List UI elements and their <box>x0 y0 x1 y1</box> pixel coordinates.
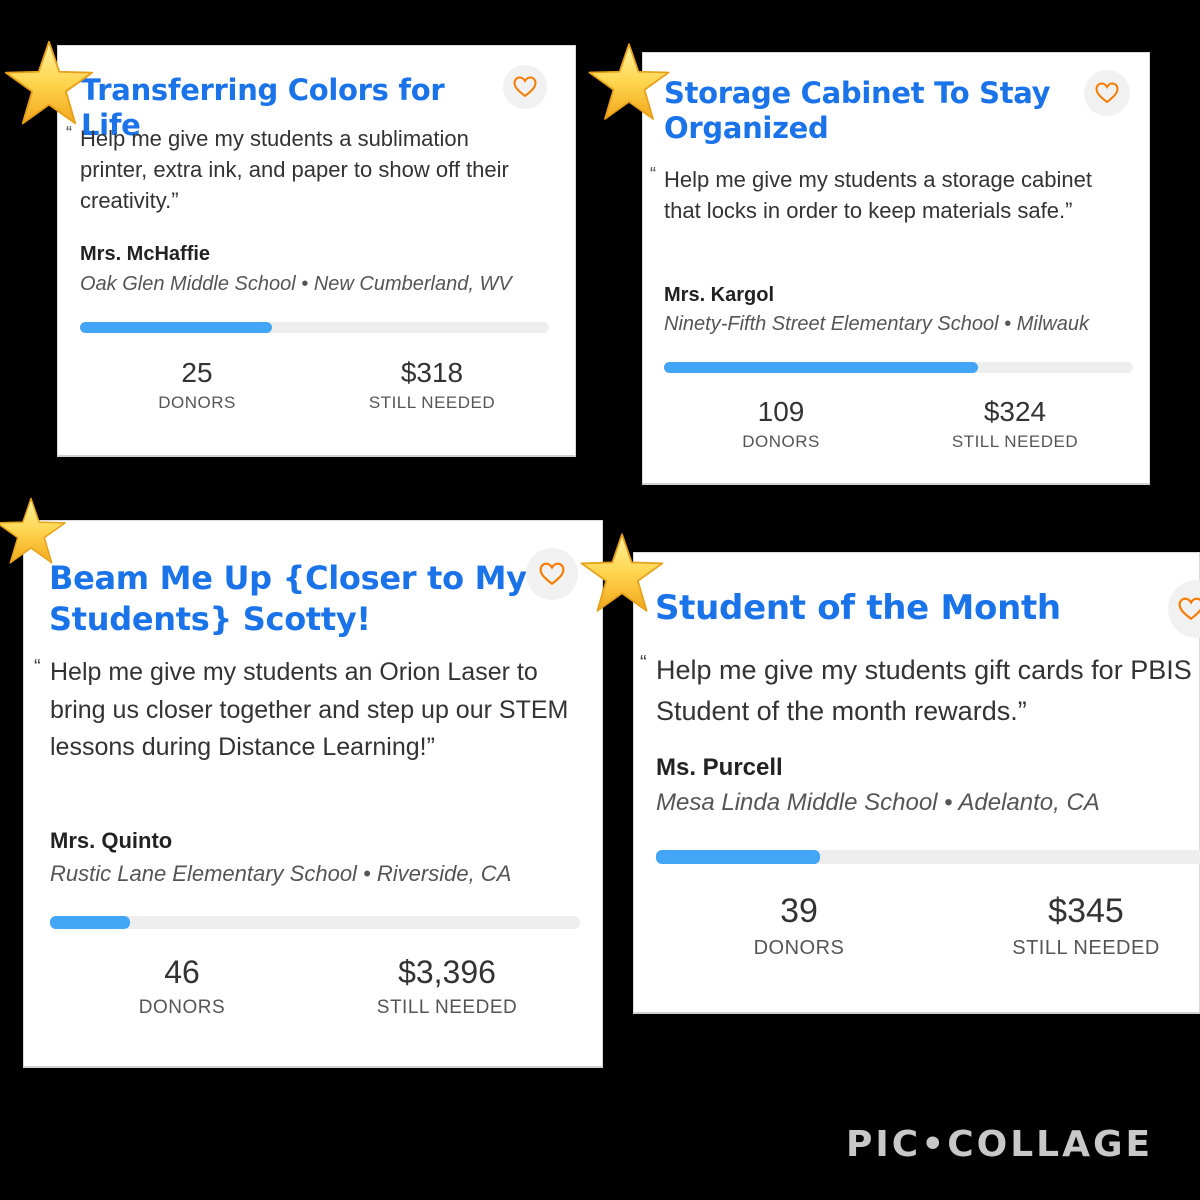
progress-bar <box>80 322 549 333</box>
school-city: Adelanto, CA <box>958 789 1100 816</box>
school-location: Oak Glen Middle School • New Cumberland,… <box>80 273 512 296</box>
teacher-name[interactable]: Mrs. Kargol <box>664 284 774 307</box>
school-city: Milwauk <box>1016 313 1089 335</box>
donors-count: 39 <box>780 892 818 930</box>
donors-label: DONORS <box>753 937 845 959</box>
quote-close: ” <box>426 733 435 761</box>
progress-fill <box>80 322 273 333</box>
donors-label: DONORS <box>138 997 226 1018</box>
project-card-4[interactable]: Student of the Month “ Help me give my st… <box>633 552 1200 1014</box>
favorite-button[interactable] <box>1084 70 1130 116</box>
project-card-3[interactable]: Beam Me Up {Closer to My Students} Scott… <box>23 520 603 1068</box>
favorite-button[interactable] <box>526 548 578 600</box>
star-icon <box>4 40 94 125</box>
donors-stat: 109 DONORS <box>721 396 841 452</box>
project-quote: “ Help me give my students a storage cabi… <box>650 164 1094 226</box>
quote-close: ” <box>171 188 179 214</box>
project-quote: “ Help me give my students an Orion Laser… <box>34 654 575 767</box>
quote-text: Help me give my students a storage cabin… <box>664 167 1093 224</box>
school-city: New Cumberland, WV <box>313 273 512 295</box>
project-quote: “Help me give my students a sublimation … <box>66 123 540 217</box>
donors-count: 46 <box>164 954 200 990</box>
favorite-button[interactable] <box>503 65 547 109</box>
quote-text: Help me give my students an Orion Laser … <box>50 658 569 761</box>
project-quote: “ Help me give my students gift cards for… <box>640 650 1196 731</box>
teacher-name[interactable]: Ms. Purcell <box>656 754 783 782</box>
donors-count: 109 <box>757 396 805 427</box>
quote-close: ” <box>1017 695 1027 726</box>
separator-dot: • <box>363 861 371 886</box>
favorite-button[interactable] <box>1168 580 1200 638</box>
donors-stat: 46 DONORS <box>112 954 252 1019</box>
still-needed-label: STILL NEEDED <box>376 997 518 1018</box>
star-icon <box>0 497 66 564</box>
quote-open: “ <box>640 652 647 674</box>
star-icon <box>580 533 664 612</box>
quote-open: “ <box>34 656 41 678</box>
school-location: Mesa Linda Middle School • Adelanto, CA <box>656 789 1100 817</box>
teacher-name[interactable]: Mrs. Quinto <box>50 828 172 854</box>
separator-dot: • <box>944 789 953 816</box>
still-needed-label: STILL NEEDED <box>951 432 1079 451</box>
donors-label: DONORS <box>742 432 820 451</box>
progress-fill <box>664 362 979 373</box>
project-card-2[interactable]: Storage Cabinet To Stay Organized “ Help … <box>642 52 1150 485</box>
pic-collage-watermark: PIC•COLLAGE <box>846 1124 1154 1165</box>
star-icon <box>588 43 670 120</box>
progress-fill <box>656 850 821 864</box>
donors-count: 25 <box>181 357 213 388</box>
quote-close: ” <box>1065 198 1073 224</box>
still-needed-amount: $3,396 <box>398 954 496 990</box>
project-card-1[interactable]: Transferring Colors for Life “Help me gi… <box>57 45 576 457</box>
still-needed-stat: $318 STILL NEEDED <box>342 357 522 413</box>
heart-icon <box>1095 82 1119 104</box>
progress-bar <box>50 916 580 929</box>
separator-dot: • <box>301 273 309 295</box>
teacher-name[interactable]: Mrs. McHaffie <box>80 243 210 266</box>
project-title[interactable]: Student of the Month <box>655 588 1135 629</box>
school-name[interactable]: Mesa Linda Middle School <box>656 789 938 816</box>
donors-stat: 39 DONORS <box>729 892 869 960</box>
quote-text: Help me give my students a sublimation p… <box>80 126 509 214</box>
project-title[interactable]: Beam Me Up {Closer to My Students} Scott… <box>49 558 529 640</box>
still-needed-label: STILL NEEDED <box>1012 937 1160 959</box>
donors-stat: 25 DONORS <box>137 357 257 413</box>
school-location: Ninety-Fifth Street Elementary School • … <box>664 313 1133 336</box>
still-needed-label: STILL NEEDED <box>368 393 496 412</box>
heart-icon <box>539 562 565 586</box>
donors-label: DONORS <box>158 393 236 412</box>
school-name[interactable]: Oak Glen Middle School <box>80 273 296 295</box>
quote-open: “ <box>650 164 656 184</box>
heart-icon <box>513 76 537 98</box>
progress-bar <box>656 850 1200 864</box>
school-name[interactable]: Ninety-Fifth Street Elementary School <box>664 313 999 335</box>
still-needed-amount: $324 <box>983 396 1047 427</box>
still-needed-stat: $345 STILL NEEDED <box>986 892 1186 960</box>
still-needed-amount: $345 <box>1048 892 1124 930</box>
still-needed-stat: $3,396 STILL NEEDED <box>347 954 547 1019</box>
project-title[interactable]: Storage Cabinet To Stay Organized <box>664 76 1064 146</box>
heart-icon <box>1178 597 1200 621</box>
still-needed-stat: $324 STILL NEEDED <box>925 396 1105 452</box>
school-city: Riverside, CA <box>376 861 512 886</box>
progress-bar <box>664 362 1133 373</box>
separator-dot: • <box>1004 313 1012 335</box>
still-needed-amount: $318 <box>400 357 464 388</box>
quote-text: Help me give my students gift cards for … <box>656 655 1192 726</box>
school-location: Rustic Lane Elementary School • Riversid… <box>50 861 511 887</box>
school-name[interactable]: Rustic Lane Elementary School <box>50 861 357 886</box>
progress-fill <box>50 916 130 929</box>
